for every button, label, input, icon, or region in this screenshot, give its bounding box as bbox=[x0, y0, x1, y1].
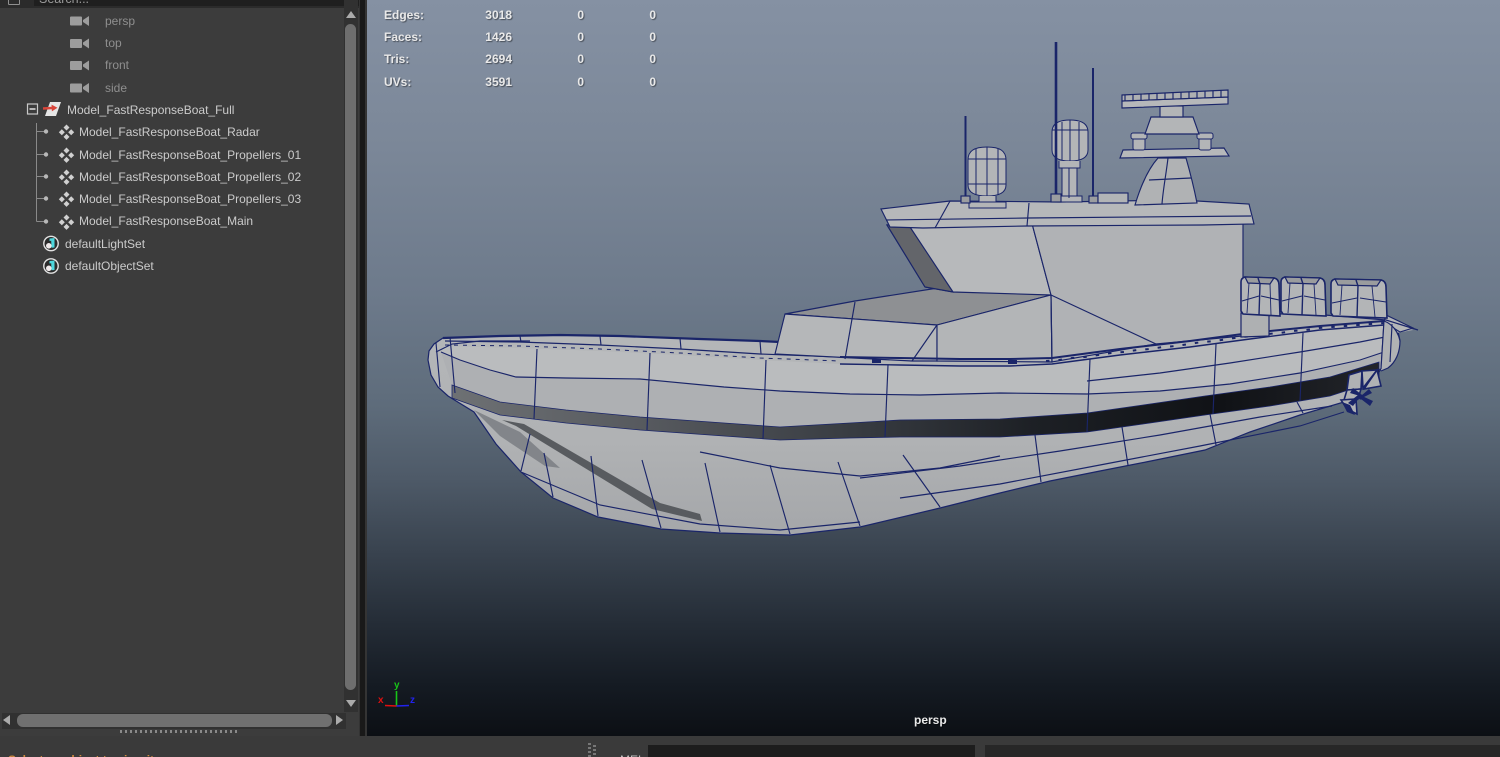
svg-text:x: x bbox=[378, 695, 384, 706]
svg-text:y: y bbox=[394, 680, 400, 691]
svg-text:z: z bbox=[410, 695, 415, 706]
